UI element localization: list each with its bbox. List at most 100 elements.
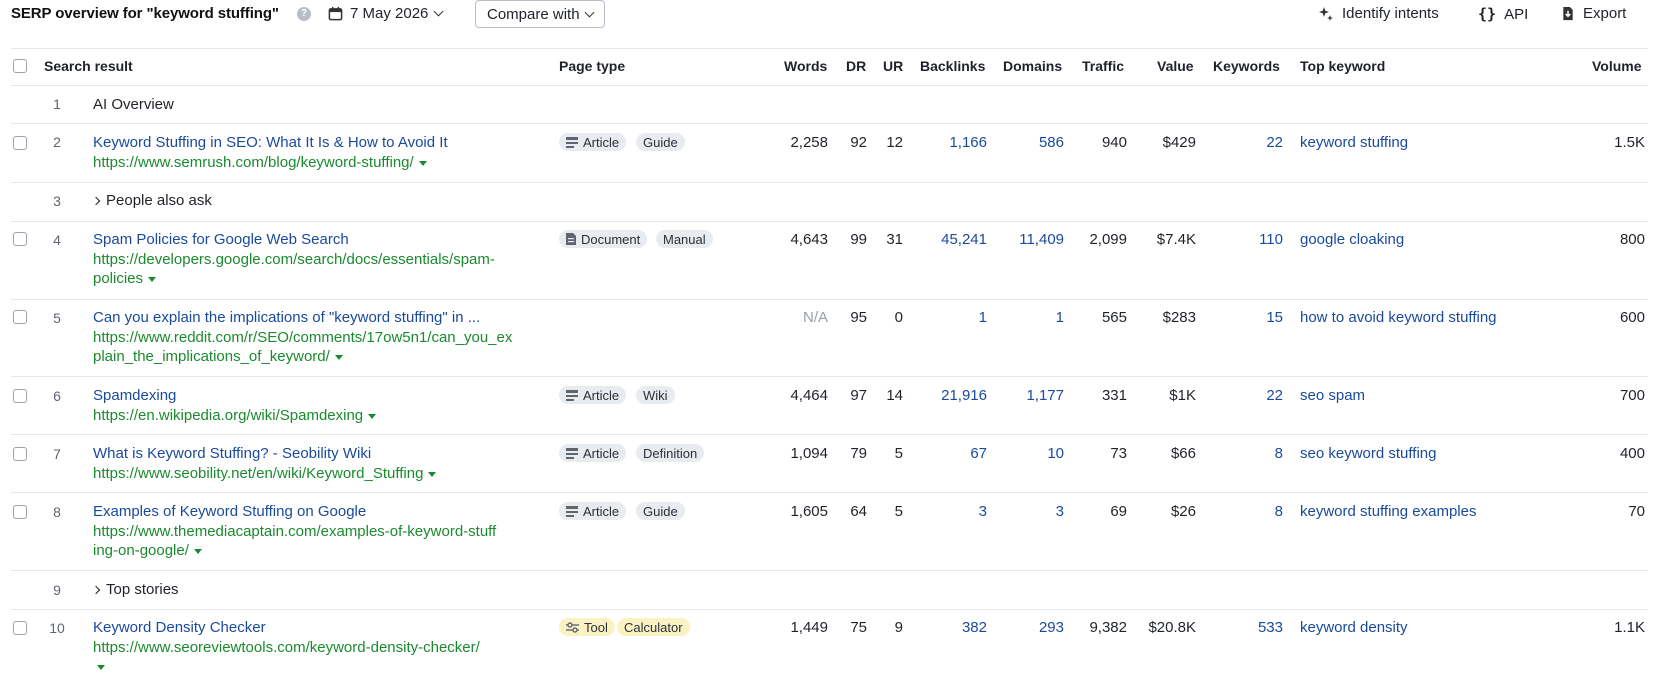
page-type-badge: Article: [559, 502, 627, 520]
serp-feature-top-stories[interactable]: Top stories: [91, 581, 179, 598]
result-title-link[interactable]: Can you explain the implications of "key…: [93, 309, 480, 326]
result-url[interactable]: https://en.wikipedia.org/wiki/Spamdexing: [93, 406, 543, 425]
keywords-link[interactable]: 22: [1266, 387, 1283, 404]
backlinks-link[interactable]: 382: [962, 619, 987, 636]
download-icon: [1563, 6, 1573, 21]
date-selector[interactable]: 7 May 2026: [328, 5, 444, 22]
col-backlinks[interactable]: Backlinks: [920, 58, 985, 74]
backlinks-link[interactable]: 1: [979, 309, 987, 326]
backlinks-link[interactable]: 3: [979, 503, 987, 520]
keywords-link[interactable]: 8: [1275, 503, 1283, 520]
col-domains[interactable]: Domains: [1003, 58, 1062, 74]
page-type-badge: Manual: [656, 230, 713, 248]
table-row: [11, 183, 1648, 222]
dropdown-arrow-icon[interactable]: [428, 471, 437, 477]
dropdown-arrow-icon[interactable]: [97, 664, 105, 670]
col-top-keyword[interactable]: Top keyword: [1300, 58, 1385, 74]
dropdown-arrow-icon[interactable]: [368, 413, 377, 419]
row-checkbox[interactable]: [13, 621, 27, 635]
value-value: $1K: [1169, 387, 1196, 404]
chevron-down-icon: [584, 7, 594, 17]
backlinks-link[interactable]: 67: [970, 445, 987, 462]
col-traffic[interactable]: Traffic: [1082, 58, 1124, 74]
row-checkbox[interactable]: [13, 447, 27, 461]
dropdown-arrow-icon[interactable]: [193, 548, 202, 554]
result-url[interactable]: https://www.themediacaptain.com/examples…: [93, 522, 543, 560]
keywords-link[interactable]: 8: [1275, 445, 1283, 462]
keywords-link[interactable]: 533: [1258, 619, 1283, 636]
result-title-link[interactable]: Examples of Keyword Stuffing on Google: [93, 503, 366, 520]
help-icon[interactable]: ?: [297, 7, 311, 21]
page-type-badge: Article: [559, 444, 627, 462]
dropdown-arrow-icon[interactable]: [334, 354, 343, 360]
col-dr[interactable]: DR: [846, 58, 866, 74]
row-checkbox[interactable]: [13, 232, 27, 246]
domains-link[interactable]: 11,409: [1019, 231, 1064, 248]
backlinks-link[interactable]: 1,166: [949, 134, 987, 151]
volume-value: 700: [1619, 387, 1645, 404]
col-ur[interactable]: UR: [883, 58, 903, 74]
toolbar: SERP overview for "keyword stuffing" ? 7…: [0, 0, 1664, 30]
row-checkbox[interactable]: [13, 389, 27, 403]
dropdown-arrow-icon[interactable]: [418, 160, 427, 166]
compare-label: Compare with: [487, 5, 580, 23]
serp-feature-people-also-ask[interactable]: People also ask: [91, 192, 212, 209]
result-url[interactable]: https://developers.google.com/search/doc…: [93, 250, 543, 288]
result-url[interactable]: https://www.reddit.com/r/SEO/comments/17…: [93, 328, 543, 366]
backlinks-link[interactable]: 45,241: [941, 231, 987, 248]
row-position: 7: [53, 446, 61, 462]
top-keyword-link[interactable]: keyword density: [1300, 619, 1408, 636]
identify-intents-button[interactable]: Identify intents: [1318, 5, 1439, 22]
result-url[interactable]: https://www.seobility.net/en/wiki/Keywor…: [93, 464, 543, 483]
col-keywords[interactable]: Keywords: [1213, 58, 1280, 74]
chevron-right-icon: [91, 196, 101, 206]
col-words[interactable]: Words: [784, 58, 827, 74]
keywords-link[interactable]: 15: [1266, 309, 1283, 326]
result-title-link[interactable]: Spam Policies for Google Web Search: [93, 231, 349, 248]
dropdown-arrow-icon[interactable]: [148, 276, 157, 282]
top-keyword-link[interactable]: keyword stuffing: [1300, 134, 1408, 151]
top-keyword-link[interactable]: seo keyword stuffing: [1300, 445, 1436, 462]
domains-link[interactable]: 586: [1039, 134, 1064, 151]
domains-link[interactable]: 1: [1056, 309, 1064, 326]
result-title-link[interactable]: What is Keyword Stuffing? - Seobility Wi…: [93, 445, 371, 462]
table-row: [11, 85, 1648, 124]
compare-with-button[interactable]: Compare with: [475, 0, 605, 28]
chevron-right-icon: [91, 585, 101, 595]
domains-link[interactable]: 293: [1039, 619, 1064, 636]
top-keyword-link[interactable]: seo spam: [1300, 387, 1365, 404]
col-value[interactable]: Value: [1157, 58, 1194, 74]
result-title-link[interactable]: Spamdexing: [93, 387, 176, 404]
keywords-link[interactable]: 110: [1259, 231, 1283, 248]
row-checkbox[interactable]: [13, 136, 27, 150]
row-checkbox[interactable]: [13, 505, 27, 519]
domains-link[interactable]: 1,177: [1026, 387, 1064, 404]
volume-value: 1.5K: [1614, 134, 1645, 151]
row-position: 2: [53, 134, 61, 150]
calendar-icon: [328, 6, 343, 21]
result-title-link[interactable]: Keyword Stuffing in SEO: What It Is & Ho…: [93, 134, 448, 151]
words-value: 2,258: [790, 134, 828, 151]
result-url[interactable]: https://www.seoreviewtools.com/keyword-d…: [93, 638, 543, 676]
top-keyword-link[interactable]: google cloaking: [1300, 231, 1404, 248]
words-value: 1,605: [790, 503, 828, 520]
row-checkbox[interactable]: [13, 310, 27, 324]
domains-link[interactable]: 3: [1056, 503, 1064, 520]
col-volume[interactable]: Volume: [1592, 58, 1642, 74]
top-keyword-link[interactable]: how to avoid keyword stuffing: [1300, 309, 1497, 326]
api-button[interactable]: {} API: [1478, 5, 1528, 23]
domains-link[interactable]: 10: [1047, 445, 1064, 462]
col-page-type[interactable]: Page type: [559, 58, 625, 74]
article-icon: [566, 389, 578, 401]
result-url[interactable]: https://www.semrush.com/blog/keyword-stu…: [93, 153, 543, 172]
backlinks-link[interactable]: 21,916: [941, 387, 987, 404]
traffic-value: 2,099: [1089, 231, 1127, 248]
result-title-link[interactable]: Keyword Density Checker: [93, 619, 266, 636]
top-keyword-link[interactable]: keyword stuffing examples: [1300, 503, 1476, 520]
select-all-checkbox[interactable]: [13, 59, 27, 73]
row-position: 1: [53, 96, 61, 112]
export-button[interactable]: Export: [1561, 5, 1626, 22]
col-search-result[interactable]: Search result: [44, 58, 133, 74]
keywords-link[interactable]: 22: [1266, 134, 1283, 151]
dr-value: 92: [850, 134, 867, 151]
